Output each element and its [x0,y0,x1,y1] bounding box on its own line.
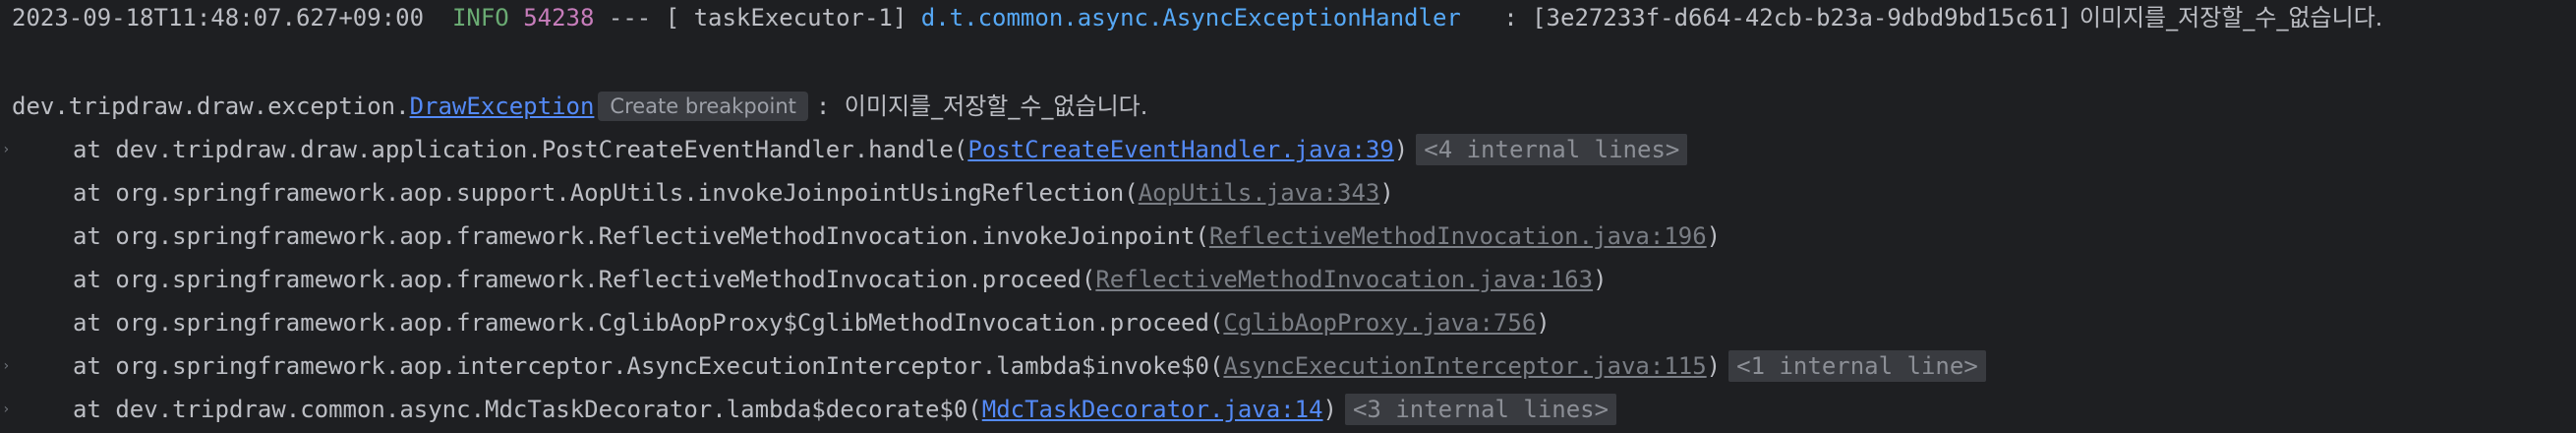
frame-suffix: ) [1536,309,1551,337]
frame-method: at org.springframework.aop.framework.Ref… [73,222,1209,250]
frame-suffix: ) [1393,136,1409,163]
frame-suffix: ) [1706,222,1722,250]
exception-separator: : [815,93,845,120]
chevron-right-icon[interactable]: › [2,392,12,427]
log-thread: [ taskExecutor-1] [665,4,907,31]
frame-method: at org.springframework.aop.support.AopUt… [73,179,1139,207]
frame-source-link[interactable]: AopUtils.java:343 [1139,175,1380,211]
log-colon: : [1460,4,1533,31]
frame-suffix: ) [1379,179,1394,207]
frame-source-link[interactable]: ReflectiveMethodInvocation.java:196 [1209,218,1707,254]
log-message: 이미지를_저장할_수_없습니다. [2072,4,2383,31]
stack-frame: at org.springframework.aop.support.AopUt… [12,175,1394,211]
frame-suffix: ) [1706,352,1722,380]
run-console: 2023-09-18T11:48:07.627+09:00 INFO 54238… [0,0,2576,433]
frame-method: at dev.tripdraw.common.async.MdcTaskDeco… [73,396,982,423]
frame-suffix: ) [1322,396,1337,423]
frame-source-link[interactable]: ReflectiveMethodInvocation.java:163 [1095,262,1593,297]
log-timestamp: 2023-09-18T11:48:07.627+09:00 [12,4,425,31]
chevron-right-icon[interactable]: › [2,132,12,167]
frame-source-link[interactable]: CglibAopProxy.java:756 [1223,305,1536,340]
frame-source-link[interactable]: MdcTaskDecorator.java:14 [982,392,1323,427]
frame-method: at org.springframework.aop.framework.Ref… [73,266,1096,293]
frame-method: at org.springframework.aop.framework.Cgl… [73,309,1224,337]
log-trace-id: [3e27233f-d664-42cb-b23a-9dbd9bd15c61] [1532,4,2073,31]
chevron-right-icon[interactable]: › [2,348,12,384]
log-pid: 54238 [523,4,595,31]
log-header-line: 2023-09-18T11:48:07.627+09:00 INFO 54238… [12,0,2382,35]
stack-frame: at org.springframework.aop.framework.Ref… [12,218,1721,254]
exception-line: dev.tripdraw.draw.exception. DrawExceptio… [12,89,1147,124]
internal-lines-fold[interactable]: <4 internal lines> [1416,134,1688,165]
internal-lines-fold[interactable]: <1 internal line> [1728,350,1986,382]
log-separator: --- [594,4,666,31]
create-breakpoint-button[interactable]: Create breakpoint [598,92,808,121]
stack-frame: at org.springframework.aop.interceptor.A… [12,348,1986,384]
stack-frame: at dev.tripdraw.common.async.MdcTaskDeco… [12,392,1617,427]
exception-message: 이미지를_저장할_수_없습니다. [844,93,1148,120]
exception-class-link[interactable]: DrawException [410,89,595,124]
frame-source-link[interactable]: PostCreateEventHandler.java:39 [967,132,1393,167]
stack-frame: at org.springframework.aop.framework.Cgl… [12,305,1551,340]
stack-frame: at dev.tripdraw.draw.application.PostCre… [12,132,1688,167]
frame-suffix: ) [1593,266,1608,293]
internal-lines-fold[interactable]: <3 internal lines> [1344,394,1617,425]
stack-frame: at org.springframework.aop.framework.Ref… [12,262,1608,297]
frame-source-link[interactable]: AsyncExecutionInterceptor.java:115 [1223,348,1706,384]
exception-package: dev.tripdraw.draw.exception. [12,93,410,120]
frame-method: at org.springframework.aop.interceptor.A… [73,352,1224,380]
log-level: INFO [451,4,509,31]
log-logger-name: d.t.common.async.AsyncExceptionHandler [920,4,1461,31]
frame-method: at dev.tripdraw.draw.application.PostCre… [73,136,968,163]
